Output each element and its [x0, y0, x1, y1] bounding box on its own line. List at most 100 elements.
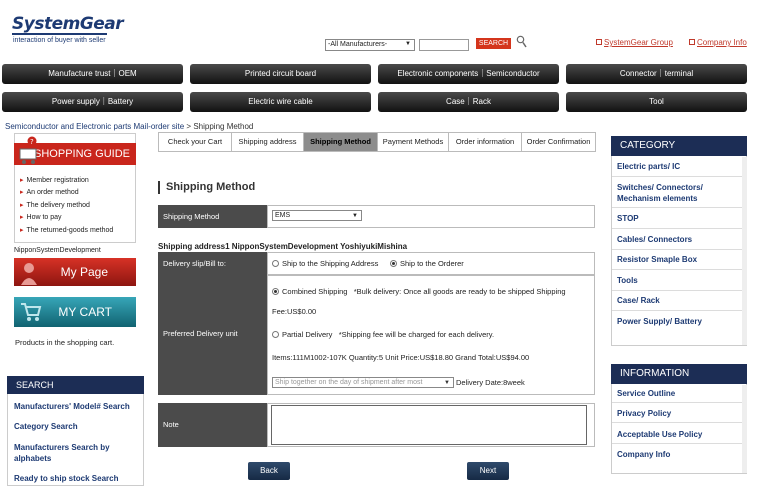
search-item-stock[interactable]: Ready to ship stock Search [14, 474, 118, 483]
information-scroll-track[interactable] [742, 385, 747, 473]
site-logo[interactable]: SystemGear [12, 14, 124, 34]
divider [612, 402, 742, 403]
guide-item-pay[interactable]: ▸ How to pay [20, 213, 62, 221]
category-item-switches[interactable]: Switches/ Connectors/ Mechanism elements [617, 182, 742, 204]
next-button[interactable]: Next [467, 462, 509, 480]
step-payment-methods[interactable]: Payment Methods [378, 133, 449, 151]
nav-components[interactable]: Electronic components｜Semiconductor [378, 64, 559, 84]
nav-pcb[interactable]: Printed circuit board [190, 64, 371, 84]
partial-delivery-option[interactable]: Partial Delivery *Shipping fee will be c… [272, 330, 494, 339]
info-item-aup[interactable]: Acceptable Use Policy [617, 430, 742, 439]
user-name: NipponSystemDevelopment [14, 247, 101, 254]
breadcrumb-current: Shipping Method [193, 122, 254, 131]
divider [612, 290, 742, 291]
breadcrumb-home-link[interactable]: Semiconductor and Electronic parts Mail-… [5, 122, 184, 131]
combined-shipping-option[interactable]: Combined Shipping *Bulk delivery: Once a… [272, 282, 587, 322]
information-title: INFORMATION [611, 364, 747, 384]
guide-item-order[interactable]: ▸ An order method [20, 188, 79, 196]
divider [612, 269, 742, 270]
search-item-model[interactable]: Manufacturers' Model# Search [14, 402, 130, 411]
page-title: Shipping Method [158, 181, 255, 194]
search-input[interactable] [419, 39, 469, 51]
divider [612, 310, 742, 311]
magnifier-icon [516, 35, 527, 48]
category-item-stop[interactable]: STOP [617, 214, 742, 223]
systemgear-group-link[interactable]: SystemGear Group [596, 38, 673, 47]
radio-checked-icon [272, 288, 279, 295]
ship-to-orderer-option[interactable]: Ship to the Orderer [390, 259, 464, 268]
company-info-label: Company Info [697, 38, 747, 47]
arrow-right-icon: ▸ [20, 227, 24, 234]
radio-checked-icon [390, 260, 397, 267]
my-cart-button[interactable]: MY CART [14, 297, 136, 327]
step-shipping-address[interactable]: Shipping address [232, 133, 304, 151]
svg-text:?: ? [30, 138, 34, 146]
divider [612, 422, 742, 423]
chevron-down-icon: ▼ [444, 380, 450, 386]
ship-together-select[interactable]: Ship together on the day of shipment aft… [272, 377, 454, 388]
delivery-date: Delivery Date:8week [456, 378, 525, 387]
search-button[interactable]: SEARCH [476, 38, 511, 49]
guide-item-label: The delivery method [26, 202, 90, 209]
back-button[interactable]: Back [248, 462, 290, 480]
ship-to-address-option[interactable]: Ship to the Shipping Address [272, 259, 378, 268]
shipping-method-select[interactable]: EMS ▼ [272, 210, 362, 221]
nav-tool[interactable]: Tool [566, 92, 747, 112]
shipping-address-heading: Shipping address1 NipponSystemDevelopmen… [158, 242, 408, 251]
my-page-label: My Page [60, 265, 108, 279]
info-item-privacy[interactable]: Privacy Policy [617, 409, 742, 418]
radio-icon [272, 331, 279, 338]
info-item-service[interactable]: Service Outline [617, 389, 742, 398]
step-order-information[interactable]: Order information [449, 133, 522, 151]
nav-connector[interactable]: Connector｜terminal [566, 64, 747, 84]
guide-item-label: Member registration [26, 177, 89, 184]
search-panel-title: SEARCH [7, 376, 144, 394]
step-check-cart[interactable]: Check your Cart [159, 133, 232, 151]
my-cart-label: MY CART [58, 305, 112, 319]
manufacturer-select[interactable]: -All Manufacturers- ▼ [325, 39, 415, 51]
category-item-resistor[interactable]: Resistor Smaple Box [617, 255, 742, 264]
radio-icon [272, 260, 279, 267]
ship-to-orderer-label: Ship to the Orderer [400, 259, 464, 268]
nav-wire[interactable]: Electric wire cable [190, 92, 371, 112]
user-icon [21, 263, 37, 285]
square-icon [596, 39, 602, 45]
nav-power[interactable]: Power supply｜Battery [2, 92, 183, 112]
guide-item-member[interactable]: ▸ Member registration [20, 176, 89, 184]
cart-question-icon: ? [19, 136, 37, 164]
guide-item-returns[interactable]: ▸ The returned-goods method [20, 226, 113, 234]
arrow-right-icon: ▸ [20, 177, 24, 184]
category-item-cables[interactable]: Cables/ Connectors [617, 235, 742, 244]
guide-item-label: An order method [26, 189, 79, 196]
category-item-case[interactable]: Case/ Rack [617, 296, 742, 305]
guide-item-label: How to pay [26, 214, 62, 221]
nav-oem[interactable]: Manufacture trust｜OEM [2, 64, 183, 84]
company-info-link[interactable]: Company Info [689, 38, 747, 47]
category-item-electric-parts[interactable]: Electric parts/ IC [617, 162, 742, 171]
chevron-down-icon: ▼ [405, 41, 411, 47]
ship-to-address-label: Ship to the Shipping Address [282, 259, 379, 268]
note-textarea[interactable] [271, 405, 587, 445]
breadcrumb: Semiconductor and Electronic parts Mail-… [5, 122, 253, 131]
category-item-tools[interactable]: Tools [617, 276, 742, 285]
cart-note: Products in the shopping cart. [15, 338, 115, 347]
info-item-company[interactable]: Company Info [617, 450, 742, 459]
shipping-method-label: Shipping Method [158, 205, 267, 228]
search-item-category[interactable]: Category Search [14, 422, 78, 431]
note-label: Note [158, 403, 267, 447]
cart-icon [21, 303, 42, 321]
breadcrumb-separator: > [186, 122, 192, 131]
manufacturer-select-value: -All Manufacturers- [328, 41, 388, 48]
systemgear-group-label: SystemGear Group [604, 38, 673, 47]
step-shipping-method[interactable]: Shipping Method [304, 133, 378, 151]
nav-case[interactable]: Case｜Rack [378, 92, 559, 112]
search-item-alpha[interactable]: Manufacturers Search by alphabets [14, 442, 134, 464]
partial-delivery-label: Partial Delivery [282, 330, 333, 339]
my-page-button[interactable]: My Page [14, 258, 136, 286]
category-scroll-track[interactable] [742, 157, 747, 345]
step-order-confirmation[interactable]: Order Confirmation [522, 133, 595, 151]
category-item-power[interactable]: Power Supply/ Battery [617, 317, 742, 326]
chevron-down-icon: ▼ [352, 213, 358, 219]
ship-together-value: Ship together on the day of shipment aft… [275, 379, 423, 386]
guide-item-delivery[interactable]: ▸ The delivery method [20, 201, 90, 209]
